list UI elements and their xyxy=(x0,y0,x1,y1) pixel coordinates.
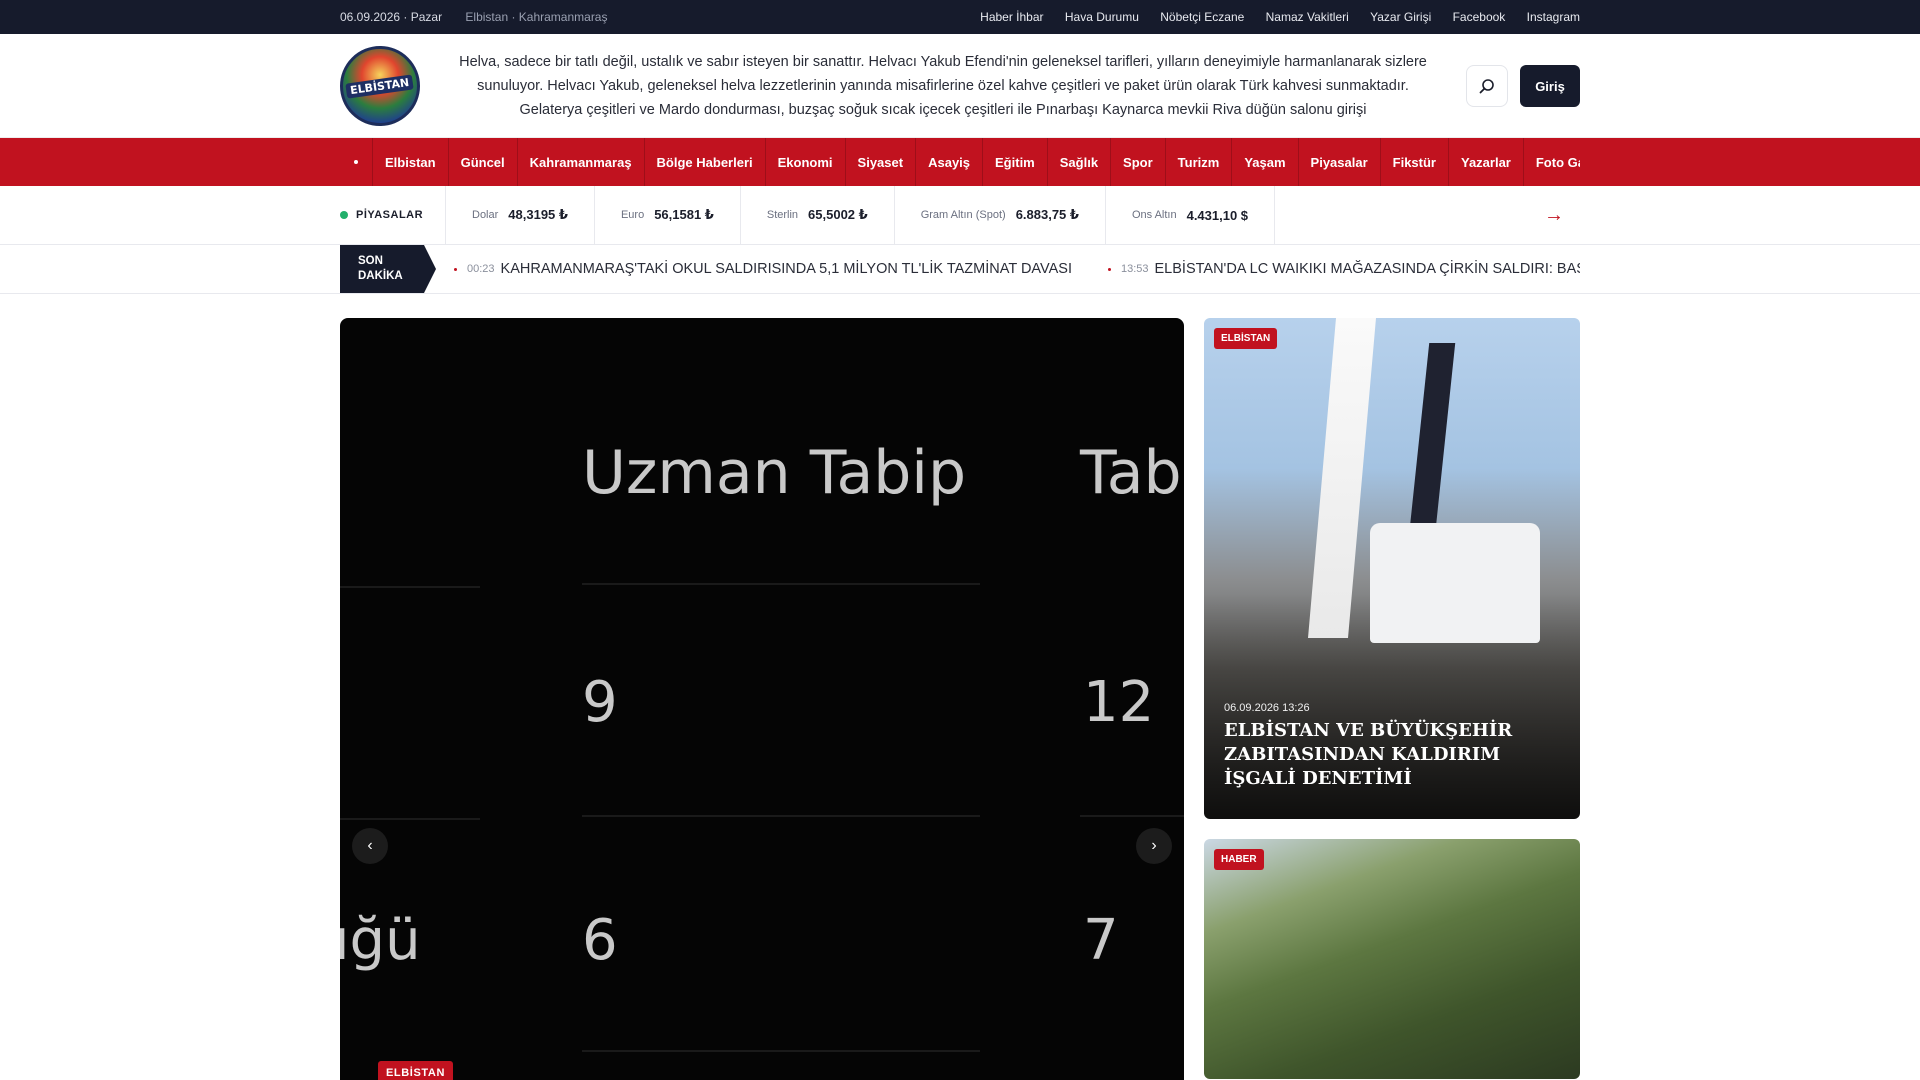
card-category-tag[interactable]: HABER xyxy=(1214,849,1264,870)
breaking-text: ELBİSTAN'DA LC WAIKIKI MAĞAZASINDA ÇİRKİ… xyxy=(1154,261,1580,277)
markets-label: PİYASALAR xyxy=(340,186,446,244)
slide-image-line xyxy=(340,818,480,820)
slide-image-text: Uzman Tabip xyxy=(582,438,967,508)
market-ons-altin[interactable]: Ons Altın 4.431,10 $ xyxy=(1106,186,1276,244)
nav-item-siyaset[interactable]: Siyaset xyxy=(846,138,917,186)
market-gram-altin[interactable]: Gram Altın (Spot) 6.883,75 ₺ xyxy=(895,186,1106,244)
slide-image-text: ığü xyxy=(340,908,421,973)
nav-item-turizm[interactable]: Turizm xyxy=(1166,138,1233,186)
site-header: ELBİSTAN Helva, sadece bir tatlı değil, … xyxy=(0,34,1920,138)
link-yazar-girisi[interactable]: Yazar Girişi xyxy=(1370,10,1431,24)
market-name: Euro xyxy=(620,209,645,221)
live-dot-icon xyxy=(340,211,348,219)
link-facebook[interactable]: Facebook xyxy=(1453,10,1506,24)
slide-image-line xyxy=(340,586,480,588)
search-button[interactable] xyxy=(1466,65,1508,107)
current-date: 06.09.2026 · Pazar xyxy=(340,10,443,24)
nav-item-foto-galeri[interactable]: Foto Ga xyxy=(1524,138,1580,186)
nav-item-yazarlar[interactable]: Yazarlar xyxy=(1449,138,1524,186)
top-bar: 06.09.2026 · Pazar Elbistan · Kahramanma… xyxy=(0,0,1920,34)
breaking-text: KAHRAMANMARAŞ'TAKİ OKUL SALDIRISINDA 5,1… xyxy=(500,261,1072,277)
breaking-news-bar: SON DAKİKA 00:23 KAHRAMANMARAŞ'TAKİ OKUL… xyxy=(0,245,1920,294)
slider-next-button[interactable]: › xyxy=(1136,828,1172,864)
card-date: 06.09.2026 13:26 xyxy=(1224,702,1310,714)
nav-item-elbistan[interactable]: Elbistan xyxy=(373,138,449,186)
market-value: 48,3195 ₺ xyxy=(508,207,568,222)
site-logo[interactable]: ELBİSTAN xyxy=(340,46,420,126)
slider-prev-button[interactable]: ‹ xyxy=(352,828,388,864)
market-euro[interactable]: Euro 56,1581 ₺ xyxy=(595,186,741,244)
link-haber-ihbar[interactable]: Haber İhbar xyxy=(980,10,1043,24)
side-news: ELBİSTAN 06.09.2026 13:26 ELBİSTAN VE BÜ… xyxy=(1204,318,1580,1080)
slide-image-line xyxy=(582,815,980,817)
nav-item-asayis[interactable]: Asayiş xyxy=(916,138,984,186)
link-hava-durumu[interactable]: Hava Durumu xyxy=(1065,10,1139,24)
nav-item-bolge-haberleri[interactable]: Bölge Haberleri xyxy=(645,138,766,186)
link-nobetci-eczane[interactable]: Nöbetçi Eczane xyxy=(1160,10,1244,24)
nav-item-kahramanmaras[interactable]: Kahramanmaraş xyxy=(518,138,645,186)
slide-category-tag[interactable]: ELBİSTAN xyxy=(378,1061,453,1080)
market-name: Ons Altın xyxy=(1131,209,1177,221)
market-name: Sterlin xyxy=(766,209,799,221)
card-image-truck xyxy=(1370,523,1540,643)
market-name: Dolar xyxy=(472,209,499,221)
nav-item-ekonomi[interactable]: Ekonomi xyxy=(766,138,846,186)
link-namaz-vakitleri[interactable]: Namaz Vakitleri xyxy=(1266,10,1349,24)
main-nav: Elbistan Güncel Kahramanmaraş Bölge Habe… xyxy=(0,138,1920,186)
nav-item-egitim[interactable]: Eğitim xyxy=(983,138,1048,186)
header-intro-text: Helva, sadece bir tatlı değil, ustalık v… xyxy=(459,54,1427,118)
top-bar-left: 06.09.2026 · Pazar Elbistan · Kahramanma… xyxy=(340,10,627,24)
breaking-label-line1: SON xyxy=(358,255,383,267)
nav-item-yasam[interactable]: Yaşam xyxy=(1232,138,1299,186)
slide-image-text: 12 xyxy=(1083,670,1155,735)
market-sterlin[interactable]: Sterlin 65,5002 ₺ xyxy=(741,186,895,244)
slide-image-line xyxy=(1080,815,1184,817)
slide-image-text: 7 xyxy=(1083,908,1119,973)
slide-image-text: 6 xyxy=(582,908,618,973)
market-value: 6.883,75 ₺ xyxy=(1015,207,1079,222)
dot-icon xyxy=(354,160,358,164)
slide-image-text: Tab xyxy=(1080,438,1182,508)
market-dolar[interactable]: Dolar 48,3195 ₺ xyxy=(446,186,595,244)
slide-image-line xyxy=(582,1050,980,1052)
slide-image-text: 9 xyxy=(582,670,618,735)
headline-slider[interactable]: Uzman Tabip Tab 9 12 6 7 ığü ‹ › ELBİSTA… xyxy=(340,318,1184,1080)
nav-item-spor[interactable]: Spor xyxy=(1111,138,1166,186)
card-image-banner xyxy=(1308,318,1376,638)
news-card[interactable]: ELBİSTAN 06.09.2026 13:26 ELBİSTAN VE BÜ… xyxy=(1204,318,1580,819)
top-links: Haber İhbar Hava Durumu Nöbetçi Eczane N… xyxy=(962,10,1580,24)
market-value: 4.431,10 $ xyxy=(1186,207,1249,223)
breaking-item[interactable]: 00:23 KAHRAMANMARAŞ'TAKİ OKUL SALDIRISIN… xyxy=(454,261,1072,277)
logo-text: ELBİSTAN xyxy=(345,73,415,99)
market-name: Gram Altın (Spot) xyxy=(920,209,1006,221)
markets-bar: PİYASALAR Dolar 48,3195 ₺ Euro 56,1581 ₺… xyxy=(0,186,1920,245)
login-button[interactable]: Giriş xyxy=(1520,65,1580,107)
bullet-icon xyxy=(454,267,457,271)
breaking-label-line2: DAKİKA xyxy=(358,270,403,282)
breaking-time: 00:23 xyxy=(467,263,495,275)
main-content: Uzman Tabip Tab 9 12 6 7 ığü ‹ › ELBİSTA… xyxy=(0,294,1920,1080)
breaking-ticker: 00:23 KAHRAMANMARAŞ'TAKİ OKUL SALDIRISIN… xyxy=(454,261,1580,277)
nav-item-guncel[interactable]: Güncel xyxy=(449,138,518,186)
search-icon xyxy=(1479,79,1494,94)
card-title[interactable]: ELBİSTAN VE BÜYÜKŞEHİR ZABITASINDAN KALD… xyxy=(1224,719,1550,791)
card-category-tag[interactable]: ELBİSTAN xyxy=(1214,328,1278,349)
slide-image-line xyxy=(582,583,980,585)
markets-label-text: PİYASALAR xyxy=(356,209,424,221)
location: Elbistan · Kahramanmaraş xyxy=(465,10,608,24)
breaking-time: 13:53 xyxy=(1120,263,1149,275)
nav-item-saglik[interactable]: Sağlık xyxy=(1048,138,1112,186)
breaking-label: SON DAKİKA xyxy=(340,245,436,293)
nav-item-piyasalar[interactable]: Piyasalar xyxy=(1299,138,1381,186)
bullet-icon xyxy=(1107,267,1111,271)
market-value: 65,5002 ₺ xyxy=(808,207,868,222)
markets-more-arrow-icon[interactable]: → xyxy=(1544,204,1580,227)
nav-item-fikstur[interactable]: Fikstür xyxy=(1381,138,1449,186)
market-value: 56,1581 ₺ xyxy=(654,207,714,222)
news-card[interactable]: HABER xyxy=(1204,839,1580,1079)
nav-home-dot[interactable] xyxy=(340,138,373,186)
breaking-item[interactable]: 13:53 ELBİSTAN'DA LC WAIKIKI MAĞAZASINDA… xyxy=(1107,261,1580,277)
link-instagram[interactable]: Instagram xyxy=(1527,10,1580,24)
